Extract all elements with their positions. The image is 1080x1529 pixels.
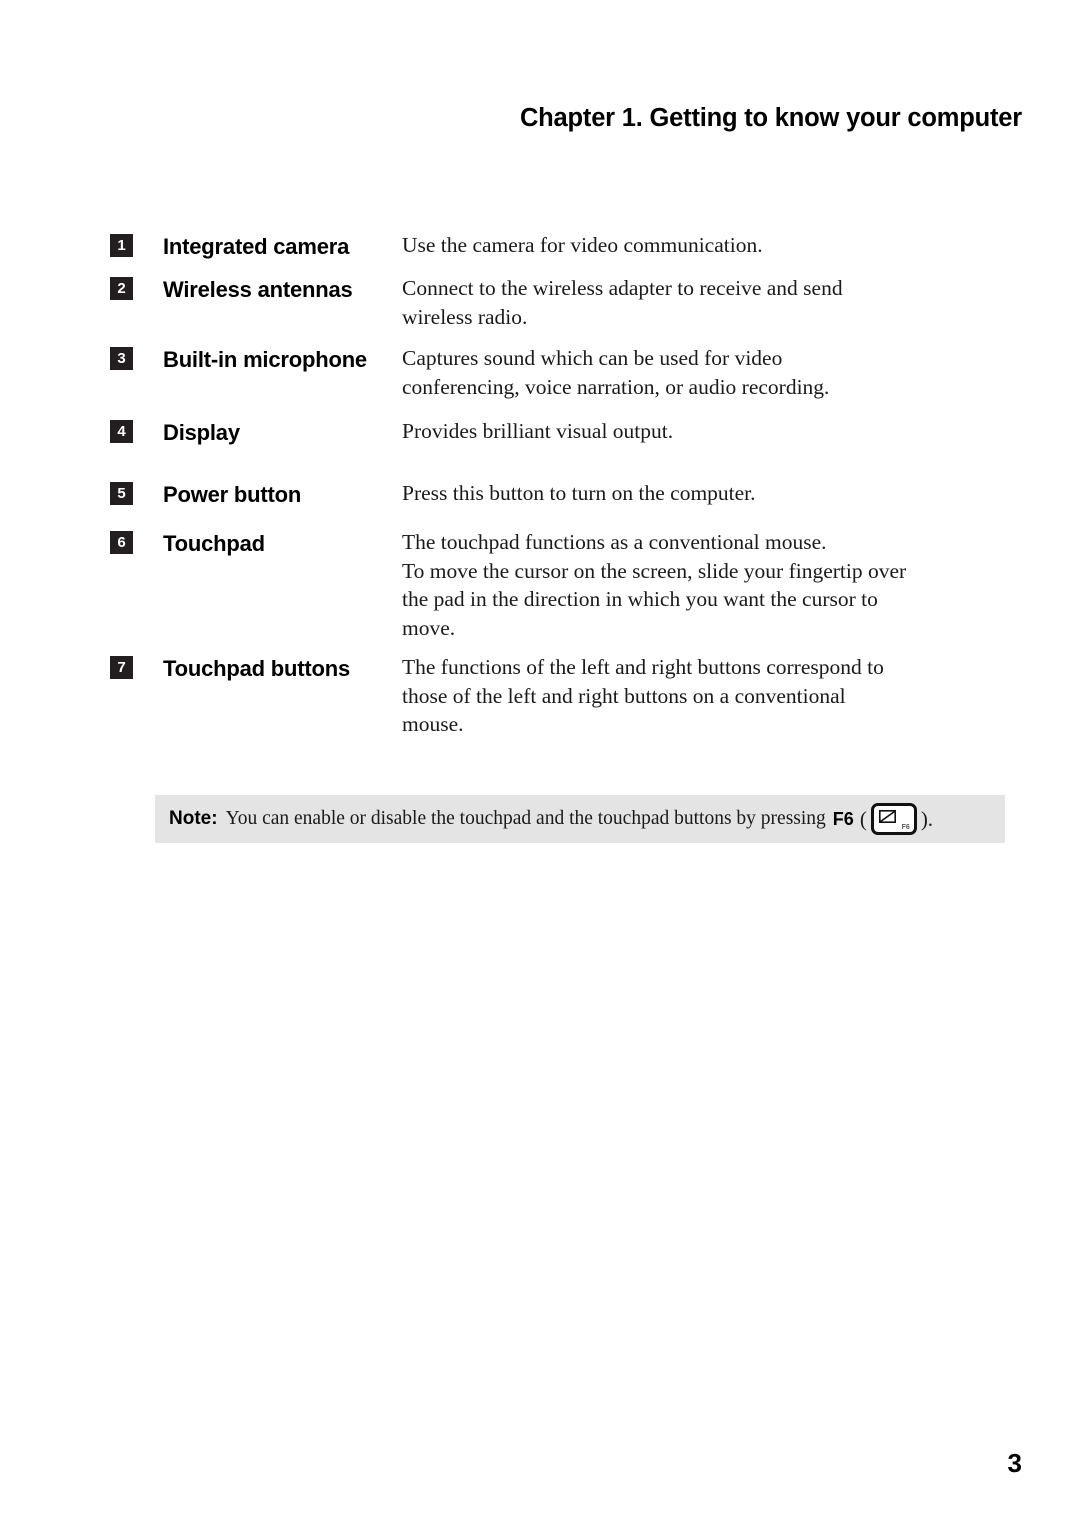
feature-row: 3 Built-in microphone Captures sound whi… <box>110 344 1010 401</box>
note-paren-close: ). <box>920 806 934 831</box>
note-key-name: F6 <box>832 808 854 829</box>
description-line: Press this button to turn on the compute… <box>402 481 756 505</box>
description-line: Connect to the wireless adapter to recei… <box>402 276 843 300</box>
feature-description: Use the camera for video communication. <box>402 231 1010 260</box>
description-line: The functions of the left and right butt… <box>402 655 884 679</box>
note-label: Note: <box>169 808 218 829</box>
feature-number-badge: 2 <box>110 277 133 300</box>
description-line: the pad in the direction in which you wa… <box>402 587 878 611</box>
description-line: conferencing, voice narration, or audio … <box>402 374 830 399</box>
feature-label: Display <box>163 420 240 445</box>
feature-row: 1 Integrated camera Use the camera for v… <box>110 231 1010 262</box>
feature-label: Touchpad buttons <box>163 656 351 681</box>
feature-label: Built-in microphone <box>163 347 367 372</box>
feature-label: Integrated camera <box>163 234 350 259</box>
feature-number-cell: 1 <box>110 231 163 257</box>
feature-number-badge: 7 <box>110 656 133 679</box>
f6-keycap-icon: F6 <box>870 803 917 835</box>
description-line: Provides brilliant visual output. <box>402 419 674 443</box>
feature-number-cell: 3 <box>110 344 163 370</box>
feature-number-badge: 4 <box>110 420 133 443</box>
feature-label: Power button <box>163 482 302 507</box>
feature-row: 5 Power button Press this button to turn… <box>110 479 1010 510</box>
feature-description: Captures sound which can be used for vid… <box>402 344 1010 401</box>
feature-row: 4 Display Provides brilliant visual outp… <box>110 417 1010 448</box>
feature-row: 6 Touchpad The touchpad functions as a c… <box>110 528 1010 642</box>
feature-number-cell: 7 <box>110 653 163 679</box>
keycap-function-label: F6 <box>901 824 910 831</box>
note-callout: Note: You can enable or disable the touc… <box>155 795 1005 843</box>
description-line: The touchpad functions as a conventional… <box>402 530 827 554</box>
feature-description: Press this button to turn on the compute… <box>402 479 1010 508</box>
note-text: You can enable or disable the touchpad a… <box>225 808 826 829</box>
description-line: mouse. <box>402 712 464 736</box>
feature-description: The touchpad functions as a conventional… <box>402 528 1010 642</box>
note-paren-open: ( <box>859 806 867 831</box>
feature-description: The functions of the left and right butt… <box>402 653 1010 739</box>
description-line: those of the left and right buttons on a… <box>402 683 846 708</box>
description-line: wireless radio. <box>402 304 528 329</box>
description-line: move. <box>402 615 456 640</box>
feature-number-badge: 5 <box>110 482 133 505</box>
page-number: 3 <box>1007 1448 1022 1478</box>
description-line: Use the camera for video communication. <box>402 233 763 257</box>
feature-number-cell: 5 <box>110 479 163 505</box>
page-title: Chapter 1. Getting to know your computer <box>519 104 1022 132</box>
feature-number-cell: 2 <box>110 274 163 300</box>
feature-number-badge: 6 <box>110 531 133 554</box>
description-line: Captures sound which can be used for vid… <box>402 346 783 370</box>
feature-number-cell: 6 <box>110 528 163 554</box>
feature-description: Provides brilliant visual output. <box>402 417 1010 446</box>
feature-number-cell: 4 <box>110 417 163 443</box>
feature-row: 2 Wireless antennas Connect to the wirel… <box>110 274 1010 331</box>
document-page: Chapter 1. Getting to know your computer… <box>0 0 1080 1529</box>
feature-label: Touchpad <box>163 531 265 556</box>
feature-label: Wireless antennas <box>163 277 353 302</box>
feature-list: 1 Integrated camera Use the camera for v… <box>110 231 1010 739</box>
touchpad-disabled-icon <box>878 810 896 823</box>
description-line: To move the cursor on the screen, slide … <box>402 558 907 583</box>
feature-number-badge: 3 <box>110 347 133 370</box>
feature-number-badge: 1 <box>110 234 133 257</box>
feature-description: Connect to the wireless adapter to recei… <box>402 274 1010 331</box>
feature-row: 7 Touchpad buttons The functions of the … <box>110 653 1010 739</box>
